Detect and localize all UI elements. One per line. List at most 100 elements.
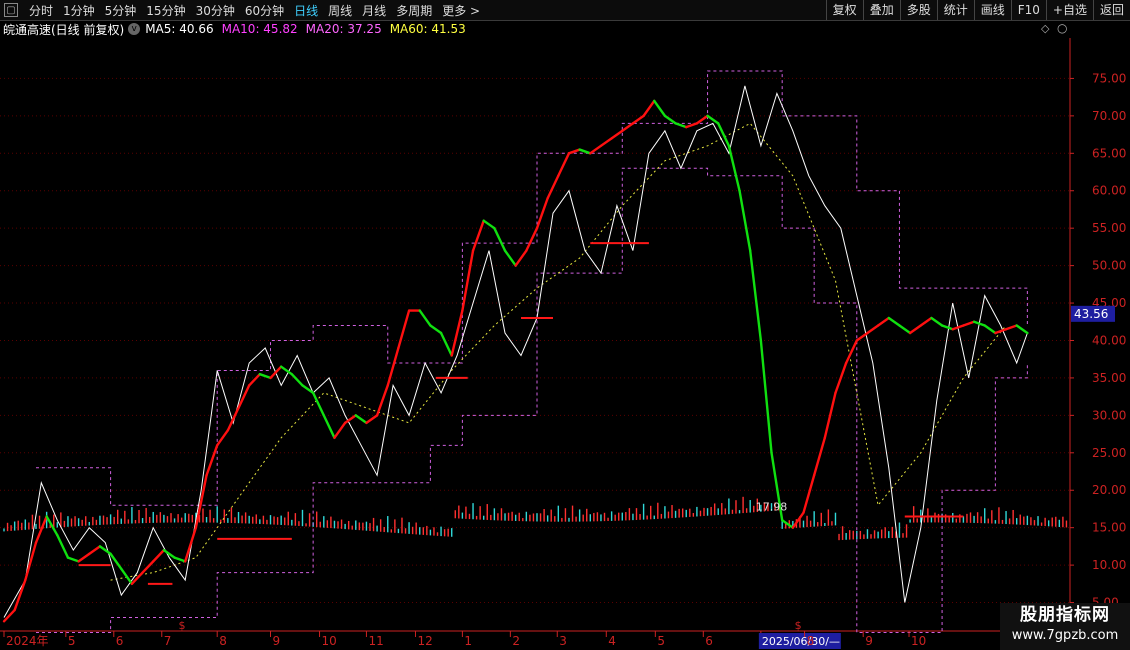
trend-segment	[791, 511, 805, 529]
volume-candle	[934, 512, 936, 523]
volume-candle	[749, 500, 751, 513]
y-tick-label: 30.00	[1092, 408, 1126, 422]
period-tab-4[interactable]: 30分钟	[191, 2, 240, 19]
volume-candle	[728, 498, 730, 515]
trend-segment	[439, 331, 453, 357]
volume-candle	[202, 508, 204, 523]
circle-icon[interactable]: ○	[1057, 21, 1067, 35]
period-tab-10[interactable]: 更多 >	[437, 2, 485, 19]
trend-segment	[695, 114, 709, 125]
period-tab-0[interactable]: 分时	[24, 2, 58, 19]
volume-candle	[351, 525, 353, 530]
volume-candle	[539, 513, 542, 522]
period-tab-3[interactable]: 15分钟	[141, 2, 190, 19]
trend-segment	[749, 249, 763, 342]
trend-segment	[962, 320, 976, 327]
volume-candle	[355, 520, 357, 530]
volume-candle	[820, 512, 822, 527]
y-tick-label: 75.00	[1092, 71, 1126, 85]
volume-candle	[884, 527, 886, 539]
volume-candle	[344, 523, 346, 530]
volume-candle	[841, 526, 844, 540]
toolbar-button-7[interactable]: 返回	[1092, 0, 1130, 20]
volume-candle	[223, 509, 226, 523]
period-tab-2[interactable]: 5分钟	[100, 2, 142, 19]
period-toolbar: ▢ 分时 1分钟 5分钟 15分钟 30分钟 60分钟 日线 周线 月线 多周期 更多 > 复权 叠加…	[0, 0, 1130, 21]
menu-icon[interactable]: ▢	[4, 3, 18, 17]
volume-candle	[561, 517, 563, 522]
volume-candle	[685, 509, 687, 518]
volume-candle	[212, 518, 215, 523]
diamond-icon[interactable]: ◇	[1041, 22, 1049, 35]
volume-candle	[259, 519, 261, 524]
period-tab-5[interactable]: 60分钟	[240, 2, 289, 19]
volume-candle	[909, 519, 911, 523]
volume-candle	[753, 505, 755, 513]
volume-candle	[74, 516, 76, 527]
trend-segment	[653, 99, 667, 118]
volume-candle	[411, 526, 414, 535]
volume-candle	[586, 508, 588, 522]
volume-candle	[834, 512, 837, 526]
volume-candle	[717, 508, 719, 515]
volume-candle	[511, 511, 513, 521]
volume-candle	[180, 517, 183, 523]
dropdown-icon[interactable]: v	[128, 23, 141, 35]
volume-candle	[347, 520, 350, 530]
toolbar-button-2[interactable]: 多股	[899, 0, 937, 20]
volume-candle	[56, 522, 58, 528]
trend-segment	[503, 249, 517, 267]
period-tab-1[interactable]: 1分钟	[58, 2, 100, 19]
volume-candle	[397, 528, 400, 534]
volume-candle	[404, 528, 407, 534]
volume-candle	[152, 511, 154, 523]
toolbar-button-1[interactable]: 叠加	[862, 0, 900, 20]
trend-segment	[535, 197, 549, 230]
period-tab-7[interactable]: 周线	[323, 2, 357, 19]
period-tab-9[interactable]: 多周期	[391, 2, 437, 19]
volume-candle	[10, 525, 12, 531]
x-tick-label: 9	[865, 634, 873, 648]
volume-candle	[127, 519, 130, 524]
period-tab-6[interactable]: 日线	[289, 2, 323, 19]
trend-segment	[866, 324, 880, 335]
volume-candle	[486, 504, 488, 520]
volume-candle	[1005, 511, 1007, 525]
volume-candle	[13, 521, 16, 531]
trend-segment	[194, 474, 208, 529]
volume-candle	[81, 519, 83, 526]
volume-candle	[632, 513, 634, 521]
volume-candle	[973, 515, 975, 523]
trend-segment	[663, 114, 677, 125]
y-tick-label: 40.00	[1092, 333, 1126, 347]
toolbar-button-6[interactable]: +自选	[1045, 0, 1093, 20]
trend-segment	[599, 137, 613, 148]
trend-segment	[898, 324, 912, 335]
volume-candle	[255, 514, 257, 524]
volume-candle	[387, 516, 389, 533]
volume-candle	[514, 514, 517, 522]
volume-candle	[209, 509, 211, 523]
volume-candle	[966, 513, 968, 523]
volume-candle	[38, 515, 41, 529]
y-tick-label: 35.00	[1092, 371, 1126, 385]
period-tab-8[interactable]: 月线	[357, 2, 391, 19]
volume-candle	[984, 508, 986, 524]
toolbar-button-4[interactable]: 画线	[973, 0, 1011, 20]
trend-segment	[215, 429, 230, 447]
volume-candle	[642, 503, 645, 520]
event-marker: $	[795, 619, 802, 632]
trend-segment	[983, 324, 997, 335]
volume-candle	[106, 517, 108, 525]
toolbar-button-5[interactable]: F10	[1010, 0, 1046, 20]
volume-candle	[273, 516, 275, 525]
kline-chart[interactable]: 5.0010.0015.0020.0025.0030.0035.0040.004…	[0, 38, 1130, 650]
volume-candle	[269, 515, 272, 525]
x-tick-label: 2025/06/30/—	[762, 635, 840, 648]
toolbar-button-3[interactable]: 统计	[936, 0, 974, 20]
volume-candle	[916, 518, 918, 523]
toolbar-button-0[interactable]: 复权	[825, 0, 863, 20]
trend-segment	[567, 148, 581, 155]
trend-segment	[812, 436, 827, 477]
chart-legend: 皖通高速(日线 前复权) v MA5: 40.66 MA10: 45.82 MA…	[0, 20, 474, 38]
